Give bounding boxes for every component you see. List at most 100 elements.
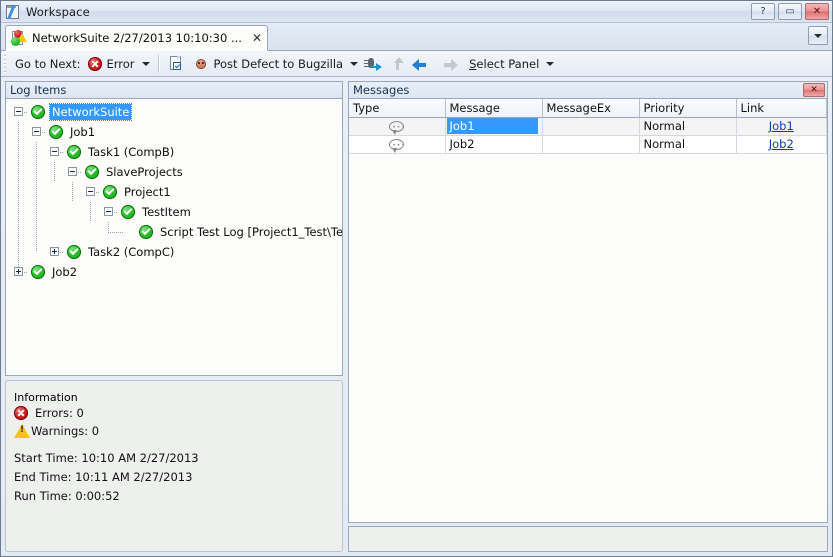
log-items-header: Log Items bbox=[6, 82, 342, 99]
chevron-down-icon bbox=[141, 61, 150, 66]
expander-minus-icon[interactable] bbox=[50, 147, 59, 156]
tree-node-label: NetworkSuite bbox=[48, 103, 133, 121]
tree-node[interactable]: Job1 bbox=[6, 122, 342, 142]
cell-priority: Normal bbox=[639, 117, 737, 136]
expander-minus-icon[interactable] bbox=[86, 187, 95, 196]
post-defect-label: Post Defect to Bugzilla bbox=[213, 56, 344, 71]
tree-node[interactable]: Project1 bbox=[6, 182, 342, 202]
tab-close-icon[interactable]: ✕ bbox=[252, 32, 262, 44]
create-defect-button[interactable] bbox=[165, 53, 189, 75]
messages-body[interactable]: Type Message MessageEx Priority Link ••• bbox=[349, 99, 827, 522]
go-back-button[interactable] bbox=[409, 53, 435, 75]
notepad-pencil-icon bbox=[5, 4, 21, 20]
tree-node[interactable]: Job2 bbox=[6, 262, 342, 282]
expander-plus-icon[interactable] bbox=[14, 267, 23, 276]
tree-node[interactable]: TestItem bbox=[6, 202, 342, 222]
status-ok-icon bbox=[121, 205, 135, 219]
arrow-right-icon bbox=[438, 55, 459, 73]
timing-block: Start Time: 10:10 AM 2/27/2013 End Time:… bbox=[14, 449, 334, 506]
link-job2[interactable]: Job2 bbox=[769, 137, 794, 151]
window-titlebar: Workspace ? ▭ ✕ bbox=[1, 1, 832, 23]
messages-header-row: Type Message MessageEx Priority Link bbox=[349, 99, 827, 118]
errors-label: Errors: 0 bbox=[35, 405, 84, 420]
restore-button[interactable]: ▭ bbox=[778, 3, 802, 20]
tree-node[interactable]: NetworkSuite bbox=[6, 102, 342, 122]
tree-node-label: Script Test Log [Project1_Test\Test] bbox=[160, 225, 342, 239]
send-bug-button[interactable] bbox=[361, 53, 385, 75]
status-ok-icon bbox=[49, 125, 63, 139]
log-items-tree: NetworkSuite Job1 Task1 (CompB) SlavePro… bbox=[6, 99, 342, 282]
cell-message[interactable]: Job1 bbox=[445, 117, 543, 136]
bug-send-icon bbox=[364, 55, 383, 73]
toolbar-grip[interactable] bbox=[4, 54, 10, 73]
messages-detail-pane bbox=[348, 526, 828, 552]
log-toolbar: Go to Next: Error Post Defect to Bugzill… bbox=[1, 51, 832, 77]
status-ok-icon bbox=[31, 105, 45, 119]
warnings-row: Warnings: 0 bbox=[14, 422, 334, 439]
column-header-messageex[interactable]: MessageEx bbox=[542, 99, 640, 118]
tab-list-dropdown-button[interactable] bbox=[808, 26, 828, 45]
tab-label: NetworkSuite 2/27/2013 10:10:30 ... bbox=[32, 31, 242, 45]
expander-minus-icon[interactable] bbox=[104, 207, 113, 216]
cell-link[interactable]: Job1 bbox=[736, 117, 827, 136]
status-ok-icon bbox=[67, 245, 81, 259]
tab-networksuite-log[interactable]: NetworkSuite 2/27/2013 10:10:30 ... ✕ bbox=[5, 25, 268, 51]
tree-node[interactable]: SlaveProjects bbox=[6, 162, 342, 182]
left-column: Log Items NetworkSuite Job1 Task1 (CompB… bbox=[5, 81, 343, 552]
status-ok-icon bbox=[139, 225, 153, 239]
cell-type: ••• bbox=[349, 117, 446, 136]
log-items-title: Log Items bbox=[10, 83, 67, 97]
messages-header: Messages ✕ bbox=[349, 82, 827, 99]
message-value-selected: Job1 bbox=[446, 118, 538, 134]
column-header-message[interactable]: Message bbox=[445, 99, 543, 118]
goto-next-value: Error bbox=[106, 56, 135, 71]
log-items-body[interactable]: NetworkSuite Job1 Task1 (CompB) SlavePro… bbox=[6, 99, 342, 375]
log-items-panel: Log Items NetworkSuite Job1 Task1 (CompB… bbox=[5, 81, 343, 376]
speech-bubble-icon: ••• bbox=[389, 139, 405, 153]
cell-link[interactable]: Job2 bbox=[736, 135, 827, 154]
messages-close-button[interactable]: ✕ bbox=[803, 83, 825, 97]
tree-node[interactable]: Script Test Log [Project1_Test\Test] bbox=[6, 222, 342, 242]
expander-minus-icon[interactable] bbox=[68, 167, 77, 176]
error-circle-icon bbox=[88, 56, 103, 71]
arrow-left-icon bbox=[412, 55, 432, 73]
tree-node-label: Task1 (CompB) bbox=[88, 145, 175, 159]
table-row[interactable]: ••• Job1 Normal Job1 bbox=[349, 117, 827, 136]
cell-type: ••• bbox=[349, 135, 446, 154]
messages-panel: Messages ✕ Type Message MessageEx Priori… bbox=[348, 81, 828, 523]
tree-node-label: SlaveProjects bbox=[106, 165, 183, 179]
column-header-link[interactable]: Link bbox=[736, 99, 827, 118]
go-up-button[interactable] bbox=[385, 53, 409, 75]
column-header-priority[interactable]: Priority bbox=[639, 99, 737, 118]
select-panel-dropdown[interactable]: Select Panel bbox=[469, 56, 555, 71]
workspace-body: Log Items NetworkSuite Job1 Task1 (CompB… bbox=[1, 77, 832, 556]
tree-node-label: Job1 bbox=[70, 125, 96, 139]
tree-node-label: Job2 bbox=[52, 265, 78, 279]
log-status-icon bbox=[11, 30, 27, 46]
warning-triangle-icon bbox=[14, 423, 30, 438]
status-ok-icon bbox=[103, 185, 117, 199]
select-panel-mnemonic: S bbox=[469, 56, 477, 71]
help-button[interactable]: ? bbox=[751, 3, 775, 20]
cell-message[interactable]: Job2 bbox=[445, 135, 543, 154]
tree-node[interactable]: Task1 (CompB) bbox=[6, 142, 342, 162]
toolbar-separator bbox=[157, 54, 160, 73]
status-ok-icon bbox=[31, 265, 45, 279]
messages-table: Type Message MessageEx Priority Link ••• bbox=[349, 99, 827, 154]
expander-plus-icon[interactable] bbox=[50, 247, 59, 256]
expander-minus-icon[interactable] bbox=[32, 127, 41, 136]
post-defect-to-bugzilla-button[interactable]: Post Defect to Bugzilla bbox=[189, 53, 362, 75]
tree-node-label: TestItem bbox=[142, 205, 191, 219]
table-row[interactable]: ••• Job2 Normal Job2 bbox=[349, 135, 827, 154]
window-controls: ? ▭ ✕ bbox=[751, 3, 829, 20]
go-forward-button[interactable] bbox=[435, 53, 461, 75]
expander-minus-icon[interactable] bbox=[14, 107, 23, 116]
goto-next-type-dropdown[interactable]: Error bbox=[85, 53, 152, 75]
link-job1[interactable]: Job1 bbox=[769, 119, 794, 133]
column-header-type[interactable]: Type bbox=[349, 99, 446, 118]
tree-node[interactable]: Task2 (CompC) bbox=[6, 242, 342, 262]
tree-node-label: Project1 bbox=[124, 185, 171, 199]
select-panel-label: elect Panel bbox=[476, 56, 540, 71]
document-check-icon bbox=[168, 55, 186, 73]
close-button[interactable]: ✕ bbox=[805, 3, 829, 20]
